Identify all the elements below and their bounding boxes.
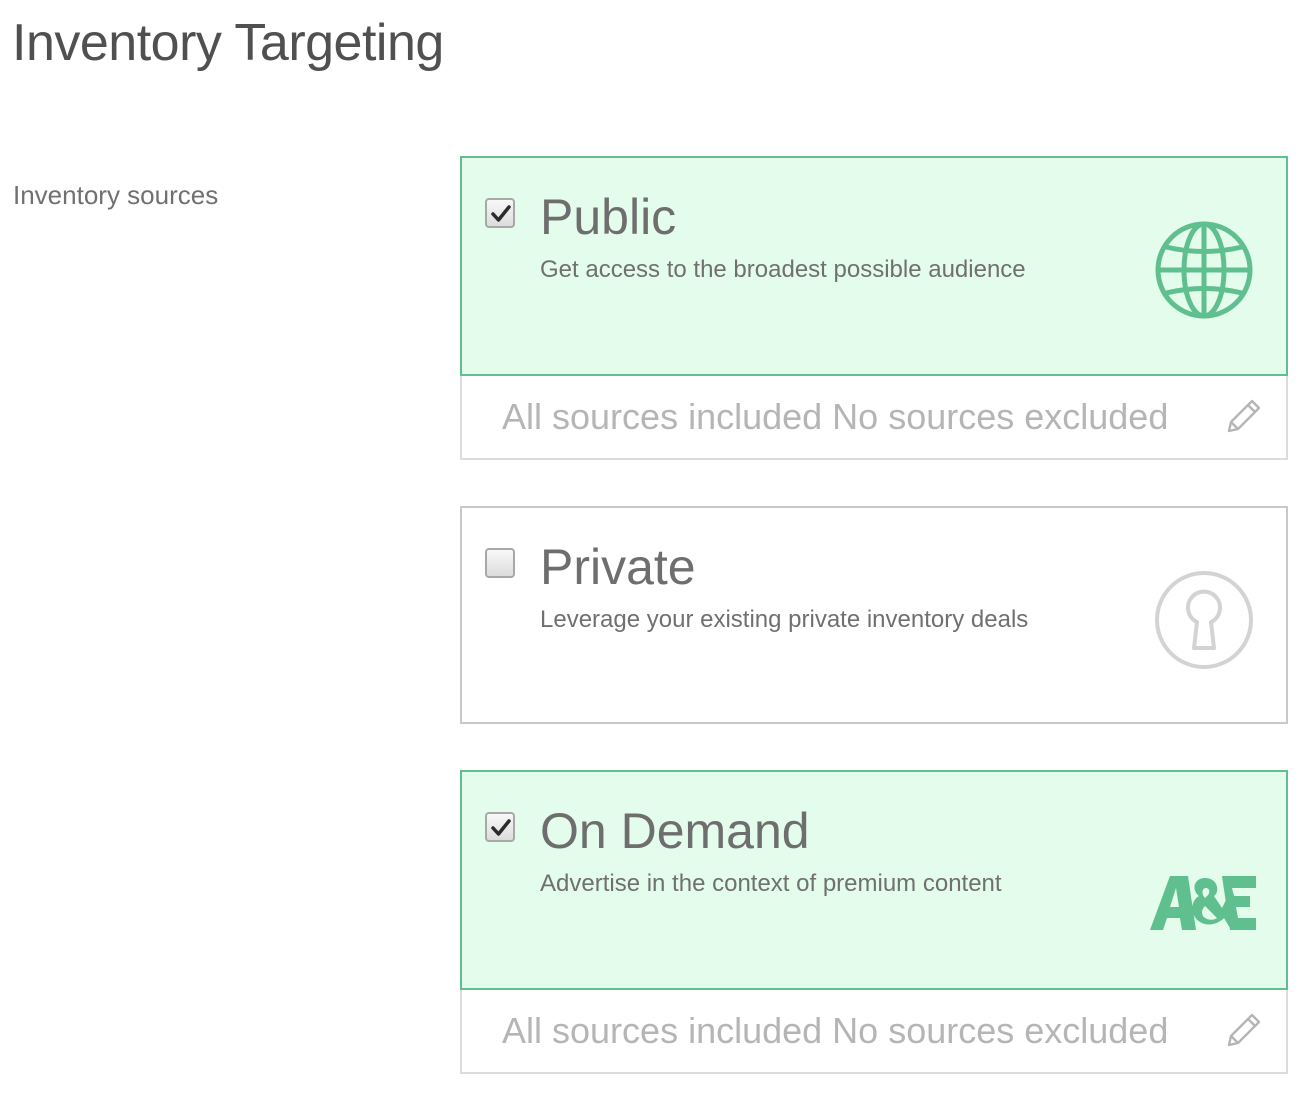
private-checkbox[interactable] bbox=[485, 548, 515, 578]
public-sources-summary: All sources included No sources excluded bbox=[460, 376, 1288, 460]
keyhole-icon bbox=[1154, 570, 1254, 675]
on-demand-title: On Demand bbox=[540, 803, 810, 859]
on-demand-edit-sources-button[interactable] bbox=[1224, 1010, 1264, 1050]
public-title: Public bbox=[540, 189, 677, 245]
source-card-private[interactable]: Private Leverage your existing private i… bbox=[460, 506, 1288, 724]
public-description: Get access to the broadest possible audi… bbox=[540, 256, 1026, 283]
checkmark-icon bbox=[491, 205, 511, 222]
public-edit-sources-button[interactable] bbox=[1224, 396, 1264, 436]
private-description: Leverage your existing private inventory… bbox=[540, 606, 1029, 633]
on-demand-checkbox[interactable] bbox=[485, 812, 515, 842]
source-card-on-demand[interactable]: On Demand Advertise in the context of pr… bbox=[460, 770, 1288, 990]
on-demand-sources-summary: All sources included No sources excluded bbox=[460, 990, 1288, 1074]
pencil-icon bbox=[1227, 1013, 1261, 1047]
source-card-public[interactable]: Public Get access to the broadest possib… bbox=[460, 156, 1288, 376]
ae-logo bbox=[1150, 872, 1256, 937]
public-sources-text: All sources included No sources excluded bbox=[502, 396, 1169, 437]
globe-icon bbox=[1154, 220, 1254, 325]
page-title: Inventory Targeting bbox=[12, 14, 444, 72]
inventory-sources-label: Inventory sources bbox=[13, 180, 219, 210]
public-checkbox[interactable] bbox=[485, 198, 515, 228]
on-demand-description: Advertise in the context of premium cont… bbox=[540, 870, 1002, 897]
on-demand-sources-text: All sources included No sources excluded bbox=[502, 1010, 1169, 1051]
private-title: Private bbox=[540, 539, 696, 595]
pencil-icon bbox=[1227, 399, 1261, 433]
checkmark-icon bbox=[491, 819, 511, 836]
